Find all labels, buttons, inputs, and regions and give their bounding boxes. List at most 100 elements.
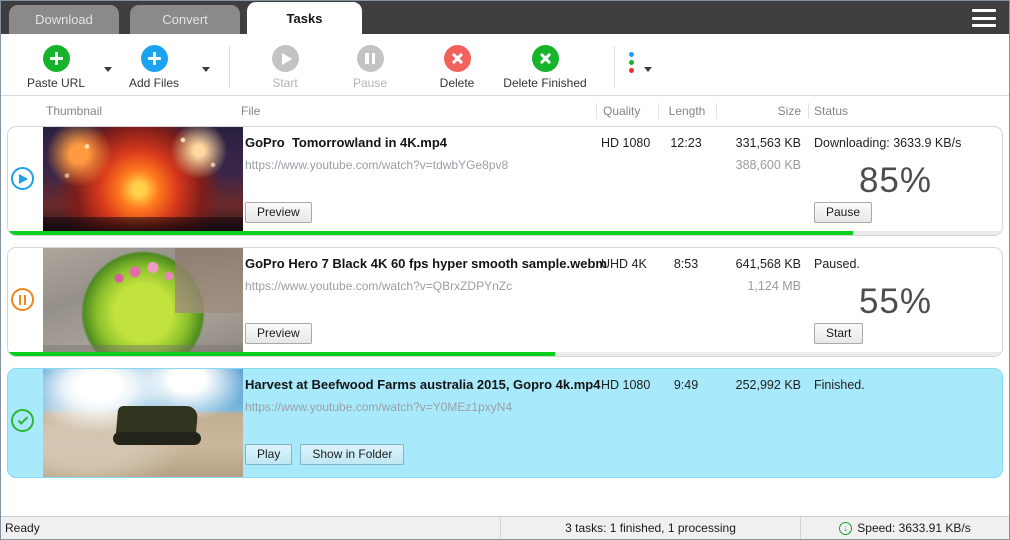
header-length[interactable]: Length <box>658 104 716 118</box>
delete-finished-button[interactable]: Delete Finished <box>495 45 595 90</box>
status-text: Finished. <box>814 378 865 392</box>
toolbar: Paste URL Add Files Start Pause Delete D… <box>1 34 1009 96</box>
add-files-button[interactable]: Add Files <box>114 45 194 90</box>
menu-hamburger-icon[interactable] <box>972 9 996 27</box>
tab-convert[interactable]: Convert <box>130 5 240 34</box>
size-cell: 331,563 KB <box>735 136 801 150</box>
header-status[interactable]: Status <box>814 104 848 118</box>
dot-blue <box>629 52 634 57</box>
task-row-paused[interactable]: GoPro Hero 7 Black 4K 60 fps hyper smoot… <box>7 247 1003 357</box>
task-row-finished[interactable]: Harvest at Beefwood Farms australia 2015… <box>7 368 1003 478</box>
delete-finished-label: Delete Finished <box>503 76 587 90</box>
delete-label: Delete <box>439 76 475 90</box>
add-files-label: Add Files <box>128 76 180 90</box>
delete-button[interactable]: Delete <box>417 45 497 90</box>
progress-fill <box>8 231 853 235</box>
size-total-cell: 1,124 MB <box>747 279 801 293</box>
play-glyph <box>19 173 28 184</box>
status-bar: Ready 3 tasks: 1 finished, 1 processing … <box>1 516 1009 539</box>
pause-task-button[interactable]: Pause <box>814 202 873 223</box>
paste-url-button[interactable]: Paste URL <box>16 45 96 90</box>
status-text: Paused. <box>814 257 860 271</box>
download-speed-icon: ↓ <box>839 521 853 535</box>
tractor-track-shape <box>113 431 201 445</box>
statusbar-speed: ↓ Speed: 3633.91 KB/s <box>801 517 1009 539</box>
pause-label: Pause <box>352 76 388 90</box>
preview-button[interactable]: Preview <box>245 202 312 223</box>
progress-percent: 85% <box>858 161 932 200</box>
task-row-downloading[interactable]: GoPro Tomorrowland in 4K.mp4 https://www… <box>7 126 1003 236</box>
size-cell: 252,992 KB <box>735 378 801 392</box>
play-button[interactable]: Play <box>245 444 293 465</box>
file-url: https://www.youtube.com/watch?v=QBrxZDPY… <box>245 279 513 293</box>
x-glyph <box>448 49 466 67</box>
task-list: GoPro Tomorrowland in 4K.mp4 https://www… <box>1 126 1009 478</box>
statusbar-ready: Ready <box>1 517 501 539</box>
header-thumbnail[interactable]: Thumbnail <box>46 104 102 118</box>
options-dropdown-caret[interactable] <box>644 67 652 72</box>
statusbar-tasks-summary: 3 tasks: 1 finished, 1 processing <box>501 517 801 539</box>
header-file[interactable]: File <box>241 104 260 118</box>
table-header: Thumbnail File Quality Length Size Statu… <box>1 96 1009 126</box>
file-name: GoPro Hero 7 Black 4K 60 fps hyper smoot… <box>245 256 607 271</box>
progress-bar <box>8 352 1002 356</box>
dot-red <box>629 68 634 73</box>
downloading-play-icon <box>11 167 34 190</box>
hamburger-bar <box>972 9 996 12</box>
quality-cell: UHD 4K <box>601 257 647 271</box>
header-separator <box>808 103 809 119</box>
length-cell: 8:53 <box>673 257 699 271</box>
length-cell: 12:23 <box>670 136 702 150</box>
add-files-dropdown-caret[interactable] <box>202 67 210 72</box>
quality-cell: HD 1080 <box>601 378 651 392</box>
tab-download[interactable]: Download <box>9 5 119 34</box>
size-total-cell: 388,600 KB <box>735 158 801 172</box>
header-quality[interactable]: Quality <box>603 104 640 118</box>
size-cell: 641,568 KB <box>735 257 801 271</box>
header-separator <box>596 103 597 119</box>
speed-text: Speed: 3633.91 KB/s <box>857 521 971 535</box>
paused-pause-icon <box>11 288 34 311</box>
pause-glyph <box>365 53 375 64</box>
progress-percent: 55% <box>858 282 932 321</box>
titlebar: Download Convert Tasks <box>1 1 1009 34</box>
plus-icon <box>140 45 168 72</box>
x-icon <box>443 45 471 72</box>
tab-tasks[interactable]: Tasks <box>247 2 362 34</box>
app-window: Download Convert Tasks Paste URL Add Fil… <box>0 0 1010 540</box>
file-url: https://www.youtube.com/watch?v=tdwbYGe8… <box>245 158 509 172</box>
thumbnail-flowers <box>43 248 243 356</box>
plus-glyph <box>49 52 63 65</box>
play-icon <box>271 45 299 72</box>
pause-button[interactable]: Pause <box>330 45 410 90</box>
pause-icon <box>356 45 384 72</box>
thumbnail-tractor <box>43 369 243 477</box>
start-task-button[interactable]: Start <box>814 323 864 344</box>
play-glyph <box>281 52 292 65</box>
toolbar-separator <box>229 46 230 88</box>
quality-cell: HD 1080 <box>601 136 651 150</box>
options-dots-icon[interactable] <box>629 52 634 73</box>
header-size[interactable]: Size <box>716 104 801 118</box>
preview-button[interactable]: Preview <box>245 323 312 344</box>
x-glyph <box>536 49 554 67</box>
start-label: Start <box>272 76 298 90</box>
plus-icon <box>42 45 70 72</box>
file-name: GoPro Tomorrowland in 4K.mp4 <box>245 135 447 150</box>
paste-url-dropdown-caret[interactable] <box>104 67 112 72</box>
paste-url-label: Paste URL <box>26 76 86 90</box>
tab-bar: Download Convert Tasks <box>9 2 362 34</box>
progress-bar <box>8 231 1002 235</box>
finished-check-icon <box>11 409 34 432</box>
hamburger-bar <box>972 24 996 27</box>
show-in-folder-button[interactable]: Show in Folder <box>300 444 405 465</box>
progress-fill <box>8 352 555 356</box>
length-cell: 9:49 <box>673 378 699 392</box>
x-icon <box>531 45 559 72</box>
status-text: Downloading: 3633.9 KB/s <box>814 136 962 150</box>
toolbar-separator <box>614 46 615 88</box>
plus-glyph <box>147 52 161 65</box>
file-name: Harvest at Beefwood Farms australia 2015… <box>245 377 601 392</box>
start-button[interactable]: Start <box>245 45 325 90</box>
thumbnail-fireworks <box>43 127 243 235</box>
